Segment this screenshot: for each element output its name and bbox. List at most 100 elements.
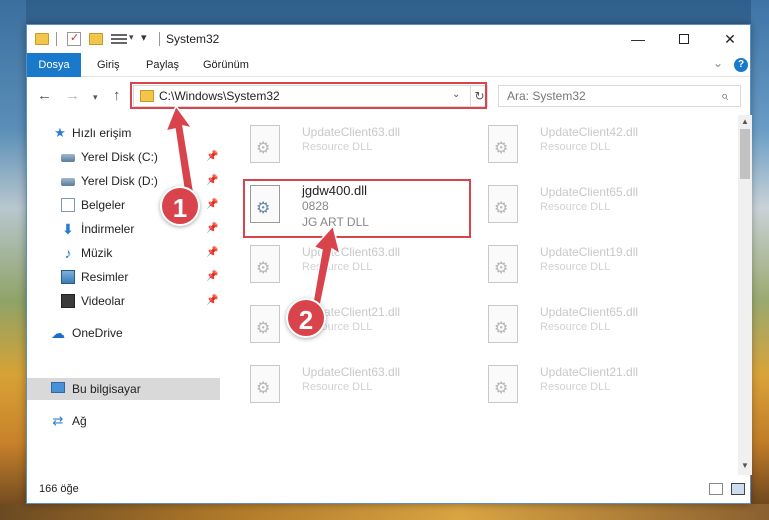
file-item[interactable]: UpdateClient42.dll Resource DLL (466, 121, 696, 169)
file-item[interactable]: UpdateClient21.dll Resource DLL (466, 361, 696, 409)
file-description: Resource DLL (302, 261, 373, 273)
dll-file-icon (488, 245, 518, 283)
scroll-thumb[interactable] (740, 129, 750, 179)
scroll-down-icon[interactable]: ▼ (741, 461, 749, 470)
file-item[interactable]: UpdateClient65.dll Resource DLL (466, 181, 696, 229)
file-name: UpdateClient21.dll (540, 365, 639, 379)
picture-icon (61, 270, 75, 284)
disk-icon (61, 178, 75, 186)
dll-file-icon (488, 305, 518, 343)
file-name: UpdateClient63.dll (302, 125, 401, 139)
close-button[interactable]: ✕ (707, 25, 753, 53)
back-arrow-icon[interactable]: ← (37, 87, 52, 104)
disk-icon (61, 154, 75, 162)
title-bar: ▾ ▾ System32 — ✕ (27, 25, 750, 53)
file-description: Resource DLL (302, 381, 373, 393)
step-2-badge: 2 (286, 298, 326, 338)
file-name: UpdateClient63.dll (302, 365, 401, 379)
file-description: Resource DLL (302, 141, 373, 153)
vertical-scrollbar[interactable]: ▲ ▼ (738, 115, 752, 475)
computer-icon (51, 382, 65, 393)
forward-arrow-icon[interactable]: → (65, 87, 80, 104)
search-icon[interactable]: ⌕ (721, 88, 728, 104)
view-options-icon[interactable] (111, 32, 127, 46)
sidebar-item-label: Bu bilgisayar (72, 382, 141, 396)
recent-locations-chevron-icon[interactable]: ▾ (93, 92, 98, 103)
help-icon[interactable]: ? (734, 58, 748, 72)
customize-quick-access-button[interactable]: ▾ (141, 31, 147, 47)
sidebar-item-this-pc[interactable]: Bu bilgisayar (27, 378, 220, 400)
dll-file-icon (488, 125, 518, 163)
new-folder-button[interactable] (89, 33, 103, 45)
ribbon-tabs: Dosya Giriş Paylaş Görünüm ⌄ ? (27, 53, 750, 77)
tab-share[interactable]: Paylaş (136, 53, 189, 77)
file-description: Resource DLL (540, 381, 611, 393)
pin-icon: 📌 (206, 223, 219, 234)
sidebar-item-pictures[interactable]: Resimler 📌 (27, 266, 220, 288)
document-icon (61, 198, 75, 212)
sidebar-item-onedrive[interactable]: ☁ OneDrive (27, 322, 220, 344)
file-item[interactable]: UpdateClient63.dll Resource DLL (228, 241, 458, 289)
pin-icon: 📌 (206, 271, 219, 282)
file-description: Resource DLL (540, 261, 611, 273)
details-view-icon[interactable] (709, 483, 723, 495)
desktop-wallpaper-right (751, 0, 769, 520)
item-count: 166 öğe (39, 483, 79, 495)
file-description: Resource DLL (540, 201, 611, 213)
tab-home[interactable]: Giriş (87, 53, 130, 77)
scroll-up-icon[interactable]: ▲ (741, 117, 749, 126)
search-box[interactable]: Ara: System32 ⌕ (498, 85, 741, 107)
dll-file-icon (488, 185, 518, 223)
pin-icon: 📌 (206, 247, 219, 258)
sidebar-item-label: Yerel Disk (D:) (81, 174, 158, 188)
toolbar-separator (56, 32, 57, 46)
dll-file-icon (250, 125, 280, 163)
step-1-badge: 1 (160, 186, 200, 226)
pin-icon: 📌 (206, 175, 219, 186)
sidebar-item-label: OneDrive (72, 326, 123, 340)
up-arrow-icon[interactable]: ↑ (113, 87, 121, 104)
file-name: UpdateClient65.dll (540, 185, 639, 199)
sidebar-item-label: Belgeler (81, 198, 126, 212)
sidebar-item-videos[interactable]: Videolar 📌 (27, 290, 220, 312)
file-description: Resource DLL (540, 321, 611, 333)
title-separator (159, 32, 160, 46)
file-name: UpdateClient65.dll (540, 305, 639, 319)
dll-file-icon (488, 365, 518, 403)
window-title: System32 (166, 32, 220, 46)
minimize-button[interactable]: — (615, 25, 661, 53)
dll-file-icon (250, 245, 280, 283)
video-icon (61, 294, 75, 308)
dll-file-icon (250, 305, 280, 343)
search-input[interactable]: Ara: System32 (507, 89, 586, 103)
file-description: Resource DLL (540, 141, 611, 153)
file-item[interactable]: UpdateClient63.dll Resource DLL (228, 361, 458, 409)
properties-button[interactable] (67, 31, 81, 46)
tab-view[interactable]: Görünüm (193, 53, 259, 77)
music-note-icon: ♪ (64, 245, 72, 261)
view-options-chevron-icon[interactable]: ▾ (129, 32, 134, 48)
pin-icon: 📌 (206, 295, 219, 306)
desktop-wallpaper-bottom (0, 504, 769, 520)
tiles-view-icon[interactable] (731, 483, 745, 495)
sidebar-item-music[interactable]: ♪ Müzik 📌 (27, 242, 220, 264)
tab-file[interactable]: Dosya (27, 53, 81, 77)
network-icon: ⇄ (52, 413, 64, 428)
sidebar-item-label: İndirmeler (81, 222, 135, 236)
file-item[interactable]: UpdateClient65.dll Resource DLL (466, 301, 696, 349)
sidebar-item-label: Yerel Disk (C:) (81, 150, 158, 164)
sidebar-item-local-disk-c[interactable]: Yerel Disk (C:) 📌 (27, 146, 220, 168)
dll-file-icon (250, 365, 280, 403)
file-item[interactable]: UpdateClient21.dll Resource DLL (228, 301, 458, 349)
pin-icon: 📌 (206, 151, 219, 162)
sidebar-item-quick-access[interactable]: ★ Hızlı erişim (27, 122, 220, 144)
sidebar-item-label: Ağ (72, 414, 87, 428)
file-highlight-box (243, 179, 471, 238)
maximize-button[interactable] (661, 25, 707, 53)
file-item[interactable]: UpdateClient63.dll Resource DLL (228, 121, 458, 169)
file-item[interactable]: UpdateClient19.dll Resource DLL (466, 241, 696, 289)
expand-ribbon-icon[interactable]: ⌄ (713, 56, 723, 70)
cloud-icon: ☁ (51, 325, 65, 341)
sidebar-item-network[interactable]: ⇄ Ağ (27, 410, 220, 432)
pin-icon: 📌 (206, 199, 219, 210)
